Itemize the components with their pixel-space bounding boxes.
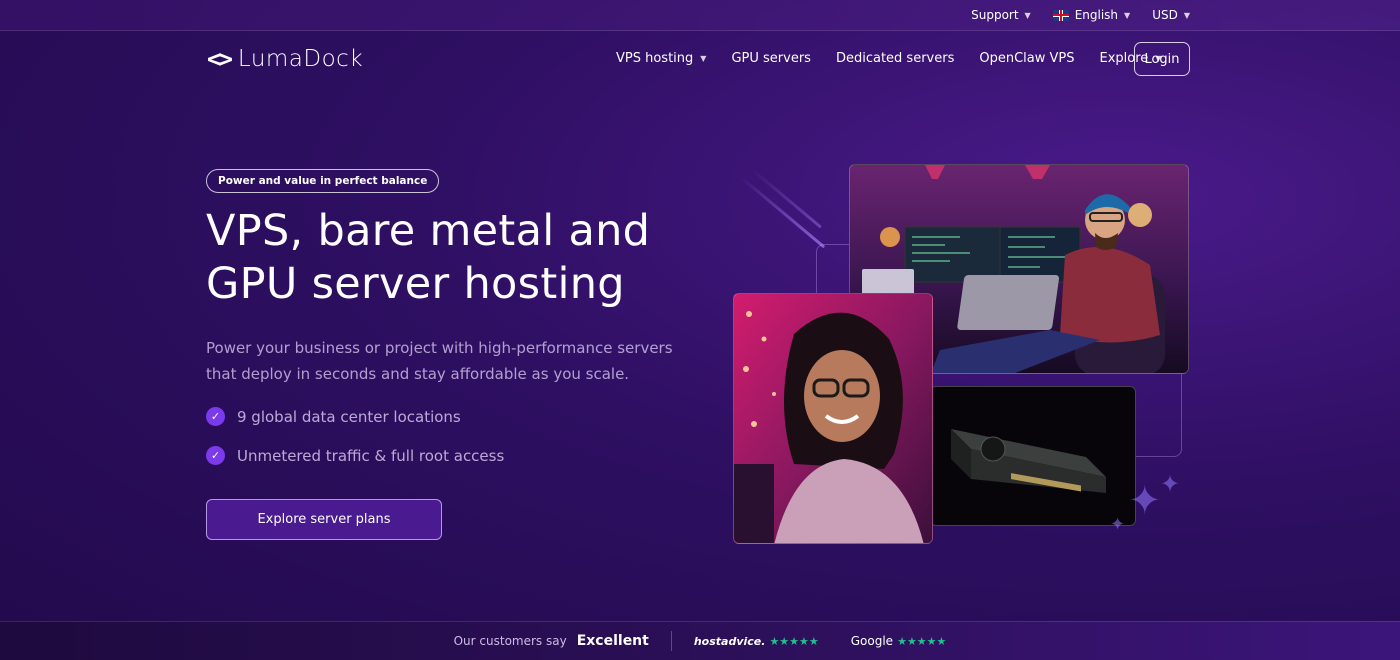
currency-label: USD — [1152, 8, 1178, 22]
chevron-down-icon: ▼ — [1024, 10, 1031, 20]
currency-menu[interactable]: USD ▼ — [1152, 8, 1190, 22]
light-streak — [739, 175, 826, 249]
hero-title: VPS, bare metal and GPU server hosting — [206, 205, 726, 311]
chevron-down-icon: ▼ — [1183, 10, 1190, 20]
light-streak — [751, 168, 822, 229]
hostadvice-stars: ★★★★★ — [769, 634, 819, 648]
nav-item-dedicated-servers[interactable]: Dedicated servers — [836, 51, 954, 66]
google-stars: ★★★★★ — [897, 634, 947, 648]
sparkle-icon: ✦ — [1160, 470, 1181, 498]
login-button[interactable]: Login — [1134, 42, 1190, 76]
nav-item-label: OpenClaw VPS — [979, 51, 1075, 66]
divider — [670, 631, 672, 651]
nav-menu: VPS hosting ▼ GPU servers Dedicated serv… — [616, 51, 1161, 66]
chevron-down-icon: ▼ — [1124, 10, 1131, 20]
uk-flag-icon — [1052, 9, 1069, 21]
language-label: English — [1074, 8, 1119, 22]
reviews-bar: Our customers say Excellent hostadvice. … — [0, 621, 1400, 660]
main-nav: <> LumaDock VPS hosting ▼ GPU servers De… — [0, 31, 1400, 89]
check-icon: ✓ — [206, 407, 225, 426]
support-label: Support — [971, 8, 1019, 22]
hero-title-line-1: VPS, bare metal and — [206, 206, 651, 256]
woman-photo — [733, 293, 933, 544]
nav-item-vps-hosting[interactable]: VPS hosting ▼ — [616, 51, 706, 66]
support-menu[interactable]: Support ▼ — [971, 8, 1031, 22]
hostadvice-logo[interactable]: hostadvice. — [694, 635, 766, 648]
code-brackets-icon: <> — [207, 45, 233, 73]
explore-plans-button[interactable]: Explore server plans — [206, 499, 442, 540]
nav-item-label: Dedicated servers — [835, 51, 955, 66]
check-icon: ✓ — [206, 446, 225, 465]
woman-illustration — [734, 294, 932, 543]
nav-item-label: GPU servers — [731, 51, 811, 66]
hero-subtitle: Power your business or project with high… — [206, 339, 673, 383]
nav-item-label: VPS hosting — [616, 51, 694, 66]
feature-text: Unmetered traffic & full root access — [237, 446, 505, 465]
google-logo[interactable]: Google — [851, 634, 893, 648]
sparkle-icon: ✦ — [1110, 514, 1126, 535]
logo[interactable]: <> LumaDock — [207, 45, 363, 73]
sparkle-icon: ✦ — [1128, 478, 1162, 524]
hero-badge: Power and value in perfect balance — [206, 169, 440, 193]
gpu-card-illustration — [931, 387, 1135, 525]
nav-item-gpu-servers[interactable]: GPU servers — [731, 51, 811, 66]
reviews-lead: Our customers say — [453, 634, 567, 648]
gpu-photo — [930, 386, 1136, 526]
reviews-rating-word: Excellent — [576, 633, 649, 649]
nav-item-openclaw-vps[interactable]: OpenClaw VPS — [979, 51, 1074, 66]
feature-item: ✓ 9 global data center locations — [206, 407, 461, 426]
feature-item: ✓ Unmetered traffic & full root access — [206, 446, 504, 465]
chevron-down-icon: ▼ — [700, 54, 707, 63]
feature-text: 9 global data center locations — [237, 407, 461, 426]
utility-bar: Support ▼ English ▼ USD ▼ — [0, 0, 1400, 31]
brand-name: LumaDock — [237, 46, 364, 72]
hero-title-line-2: GPU server hosting — [206, 259, 625, 309]
language-menu[interactable]: English ▼ — [1052, 8, 1131, 22]
